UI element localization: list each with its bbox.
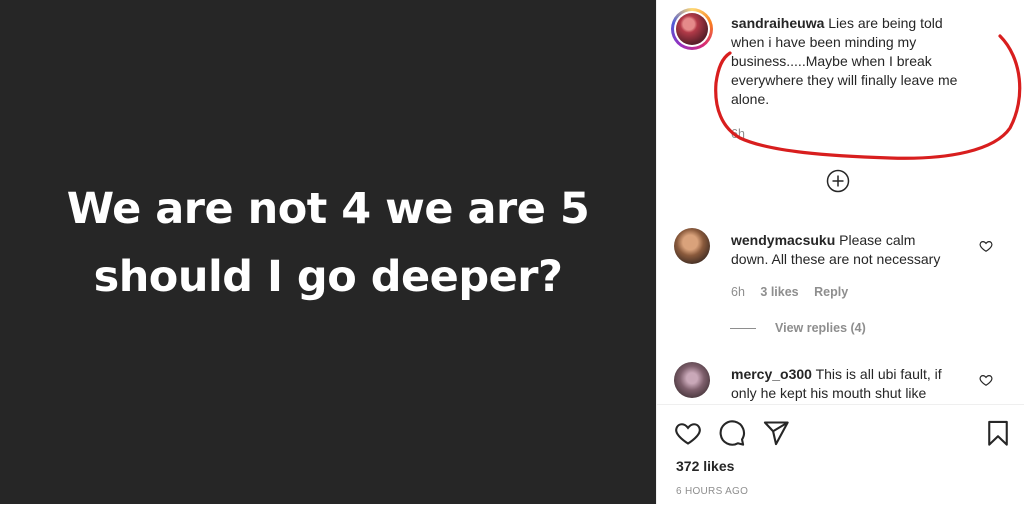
comment-1-block: wendymacsuku Please calm down. All these… — [731, 231, 981, 269]
comment-2-username[interactable]: mercy_o300 — [731, 366, 812, 382]
comment-2-text-line-2: only he kept his mouth shut like — [731, 385, 927, 401]
caption-avatar[interactable] — [671, 8, 713, 50]
comment-2-block: mercy_o300 This is all ubi fault, if onl… — [731, 365, 981, 401]
likes-count[interactable]: 372 likes — [676, 458, 734, 474]
caption-meta: 6h — [731, 127, 757, 141]
heart-icon[interactable] — [674, 419, 702, 447]
post-timestamp[interactable]: 6 HOURS AGO — [676, 486, 748, 497]
caption-username[interactable]: sandraiheuwa — [731, 15, 824, 31]
view-replies-button[interactable]: View replies (4) — [775, 321, 866, 335]
comment-1-likes[interactable]: 3 likes — [760, 285, 798, 299]
comment-1-reply[interactable]: Reply — [814, 285, 848, 299]
comment-icon[interactable] — [718, 419, 746, 447]
media-line-2: should I go deeper? — [93, 252, 563, 302]
comment-1-text-line-2: down. All these are not necessary — [731, 251, 941, 267]
plus-circle-icon[interactable] — [826, 169, 850, 193]
caption-text-line-4: everywhere they will finally leave me — [731, 72, 958, 88]
comment-1-time[interactable]: 6h — [731, 285, 745, 299]
media-line-1: We are not 4 we are 5 — [66, 184, 590, 234]
comment-2-text-line-1: This is all ubi fault, if — [815, 366, 942, 382]
comment-1-heart-icon[interactable] — [979, 239, 993, 253]
action-bar: 372 likes 6 HOURS AGO — [657, 404, 1024, 505]
view-replies-line — [730, 328, 756, 329]
caption-text-line-2: when i have been minding my — [731, 34, 917, 50]
comment-1-username[interactable]: wendymacsuku — [731, 232, 835, 248]
caption-text-line-5: alone. — [731, 91, 770, 107]
comment-2-heart-icon[interactable] — [979, 373, 993, 387]
comment-avatar-wendymacsuku[interactable] — [674, 228, 710, 264]
post-media-text: We are not 4 we are 5 should I go deeper… — [0, 175, 656, 311]
caption-block: sandraiheuwa Lies are being told when i … — [731, 14, 1001, 109]
comment-1-text-line-1: Please calm — [839, 232, 916, 248]
comment-avatar-mercy_o300[interactable] — [674, 362, 710, 398]
caption-text-line-3: business.....Maybe when I break — [731, 53, 932, 69]
caption-text-line-1: Lies are being told — [828, 15, 943, 31]
comment-1-meta: 6h 3 likes Reply — [731, 285, 860, 299]
share-icon[interactable] — [762, 419, 790, 447]
caption-time[interactable]: 6h — [731, 127, 745, 141]
bookmark-icon[interactable] — [984, 419, 1012, 447]
post-media[interactable]: We are not 4 we are 5 should I go deeper… — [0, 0, 656, 504]
